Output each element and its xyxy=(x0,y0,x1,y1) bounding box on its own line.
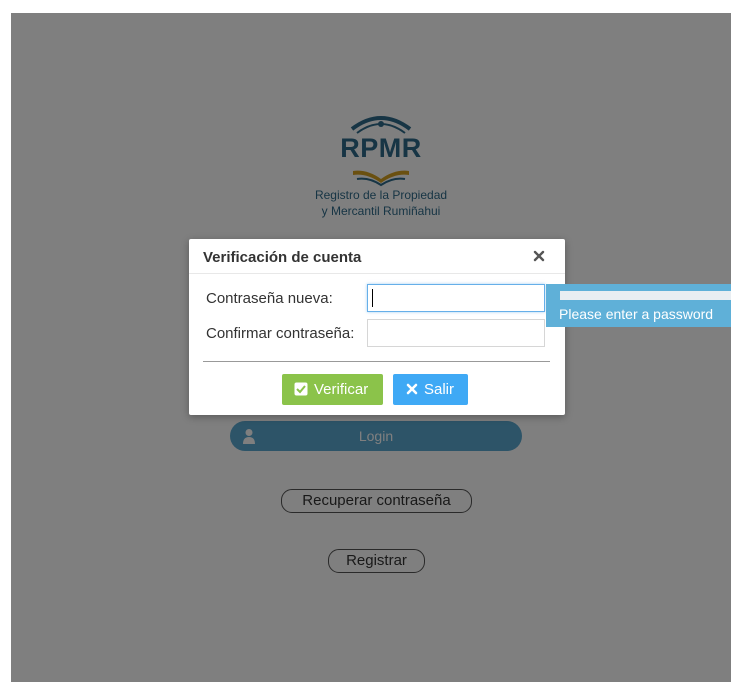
text-caret xyxy=(372,289,373,307)
close-x-glyph xyxy=(533,250,545,262)
dialog-title: Verificación de cuenta xyxy=(203,249,362,266)
validation-tooltip: Please enter a password xyxy=(546,284,731,327)
new-password-label: Contraseña nueva: xyxy=(206,290,333,307)
new-password-field[interactable] xyxy=(367,284,545,312)
confirm-password-label: Confirmar contraseña: xyxy=(206,325,355,342)
times-icon xyxy=(406,383,418,395)
tooltip-header-bar xyxy=(560,291,731,300)
form-divider xyxy=(203,361,550,362)
verify-button[interactable]: Verificar xyxy=(282,374,383,405)
title-divider xyxy=(189,273,565,274)
exit-label: Salir xyxy=(424,381,455,398)
confirm-password-field[interactable] xyxy=(367,319,545,347)
exit-button[interactable]: Salir xyxy=(393,374,468,405)
tooltip-message: Please enter a password xyxy=(559,306,714,322)
check-square-icon xyxy=(294,382,308,396)
verify-label: Verificar xyxy=(314,381,369,398)
account-verification-dialog: Verificación de cuenta Contraseña nueva:… xyxy=(189,239,565,415)
close-icon[interactable] xyxy=(532,248,546,264)
